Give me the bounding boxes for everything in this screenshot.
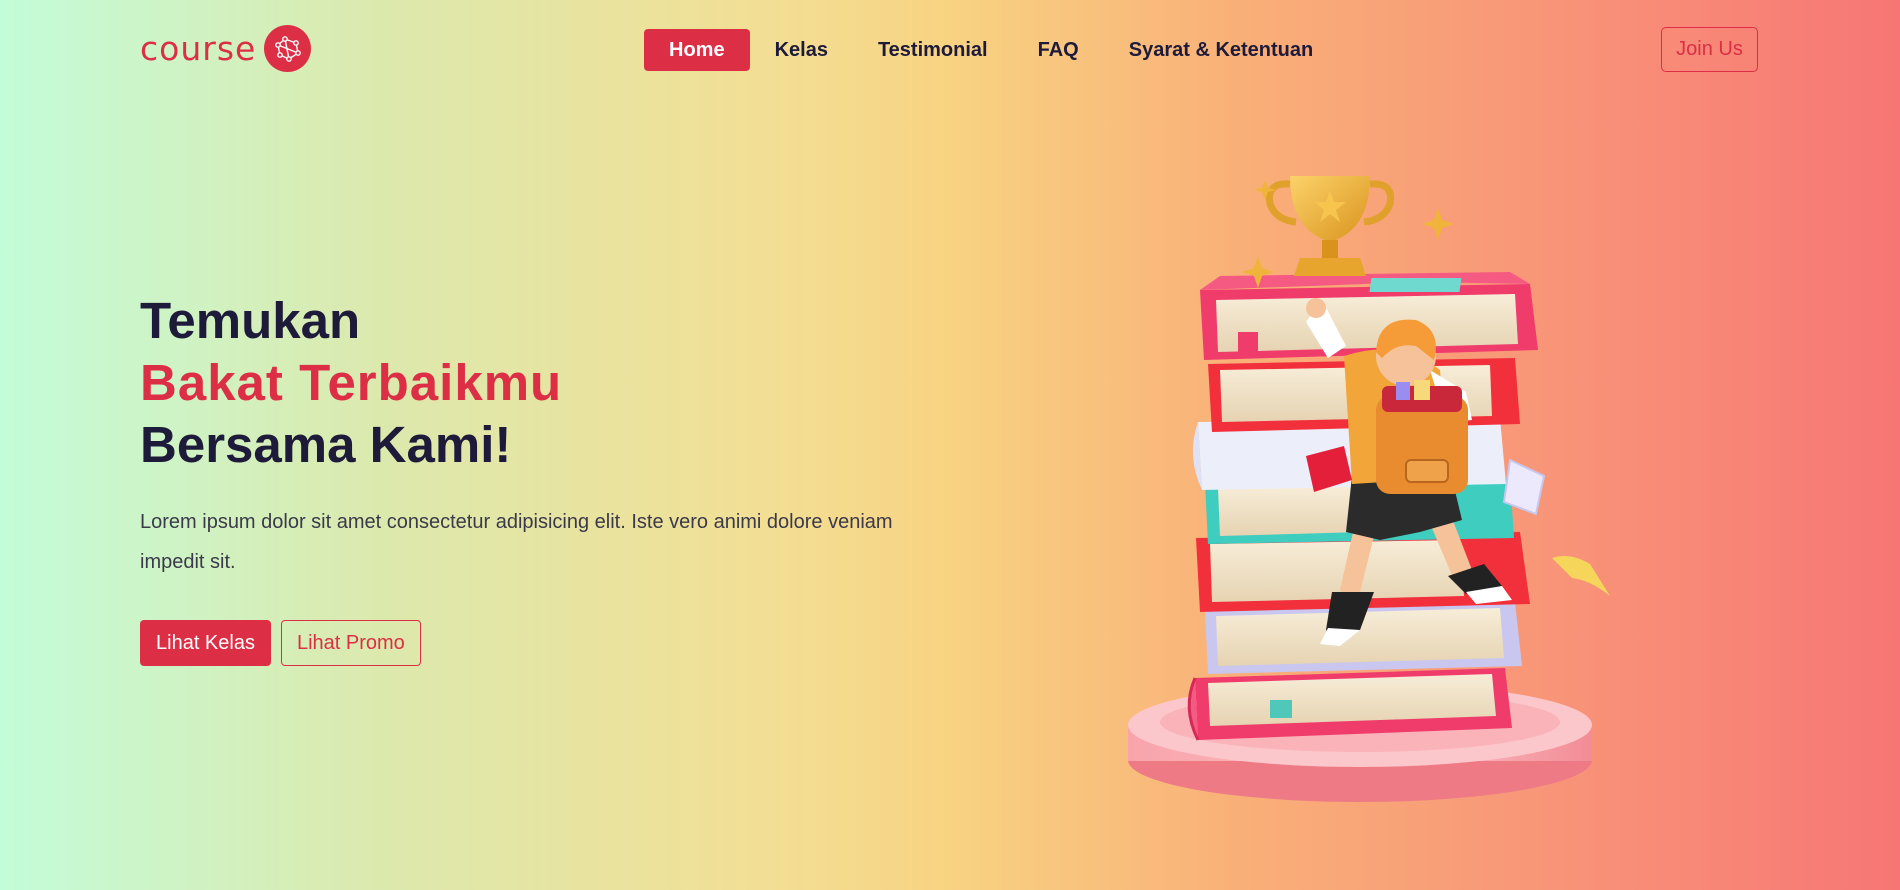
network-nodes-icon [264, 25, 312, 72]
sparkle-star-icon [1422, 208, 1454, 240]
hero-description: Lorem ipsum dolor sit amet consectetur a… [140, 511, 893, 573]
trophy-icon [1265, 176, 1395, 276]
hero-section: Temukan Bakat Terbaikmu Bersama Kami! Lo… [140, 290, 920, 666]
hero-title: Temukan Bakat Terbaikmu Bersama Kami! [140, 290, 920, 476]
nav-testimonial[interactable]: Testimonial [853, 29, 1013, 71]
brand-logo[interactable]: course [140, 25, 312, 72]
hero-title-highlight: Bakat Terbaikmu [140, 354, 563, 411]
brand-name: course [140, 29, 257, 68]
floating-open-book-icon [1552, 556, 1610, 596]
nav-kelas[interactable]: Kelas [750, 29, 853, 71]
lihat-kelas-button[interactable]: Lihat Kelas [140, 620, 271, 666]
hero-actions: Lihat Kelas Lihat Promo [140, 620, 920, 666]
nav-syarat-ketentuan[interactable]: Syarat & Ketentuan [1104, 29, 1339, 71]
join-us-button[interactable]: Join Us [1661, 27, 1758, 72]
main-nav: Home Kelas Testimonial FAQ Syarat & Kete… [644, 29, 1338, 71]
hero-illustration [1120, 160, 1640, 820]
lihat-promo-button[interactable]: Lihat Promo [280, 620, 421, 666]
hero-title-line1: Temukan [140, 292, 361, 349]
nav-faq[interactable]: FAQ [1013, 29, 1104, 71]
nav-home[interactable]: Home [644, 29, 750, 71]
hero-title-line3: Bersama Kami! [140, 416, 512, 473]
